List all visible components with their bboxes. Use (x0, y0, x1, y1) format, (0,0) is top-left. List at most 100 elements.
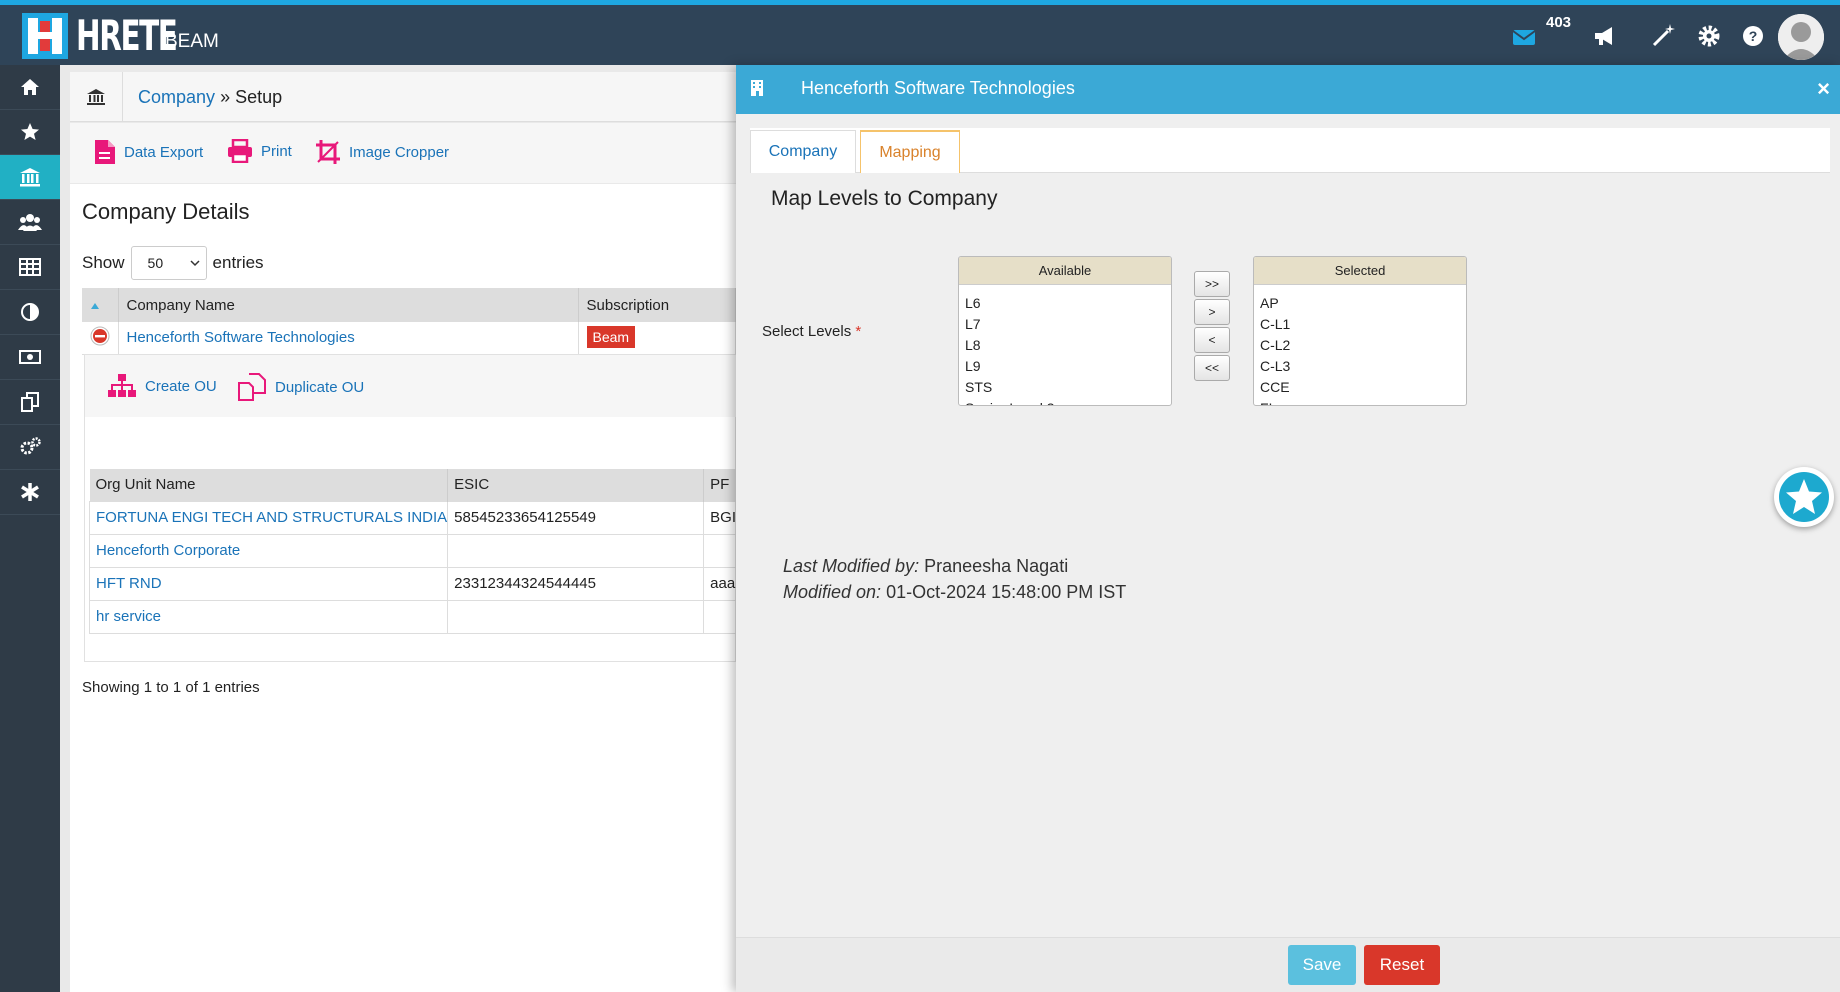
panel-header: Henceforth Software Technologies × (736, 65, 1840, 114)
org-unit-link[interactable]: FORTUNA ENGI TECH AND STRUCTURALS INDIA (88, 500, 449, 535)
org-unit-section: Create OU Duplicate OU Org Unit Name ESI… (84, 354, 737, 662)
company-name-link[interactable]: Henceforth Software Technologies (118, 322, 579, 355)
ou-toolbar: Create OU Duplicate OU (85, 355, 737, 417)
mapping-form: Map Levels to Company Select Levels * Av… (750, 173, 1830, 933)
magic-wand-icon[interactable] (1648, 21, 1678, 51)
modified-info: Last Modified by: Praneesha Nagati Modif… (783, 553, 1126, 605)
column-header-org-unit-name[interactable]: Org Unit Name (89, 469, 449, 501)
section-title: Map Levels to Company (771, 187, 998, 210)
breadcrumb: Company » Setup (70, 72, 736, 122)
tab-company[interactable]: Company (750, 130, 856, 173)
list-item[interactable]: C-L3 (1254, 356, 1466, 377)
gears-icon (20, 437, 41, 455)
move-all-left-button[interactable]: << (1194, 355, 1230, 381)
sidebar-item-company[interactable] (0, 155, 60, 200)
toolbar: Data Export Print Image Cropper (70, 123, 736, 183)
document-icon (95, 140, 115, 164)
table-row: Henceforth Corporate (88, 533, 737, 568)
breadcrumb-company-link[interactable]: Company (138, 87, 215, 107)
available-levels-list[interactable]: Available L6 L7 L8 L9 STS Senior Level 3 (958, 256, 1172, 406)
list-item[interactable]: CCE (1254, 377, 1466, 398)
chevron-down-icon (190, 260, 200, 267)
list-item[interactable]: STS (959, 377, 1171, 398)
move-right-button[interactable]: > (1194, 299, 1230, 325)
contrast-icon (21, 303, 39, 321)
modified-by-label: Last Modified by: (783, 556, 920, 576)
close-icon[interactable]: × (1817, 76, 1830, 102)
column-header-esic[interactable]: ESIC (447, 469, 705, 501)
column-header-subscription[interactable]: Subscription (578, 288, 736, 322)
selected-levels-list[interactable]: Selected AP C-L1 C-L2 C-L3 CCE FI (1253, 256, 1467, 406)
list-item[interactable]: L8 (959, 335, 1171, 356)
pf-cell: aaa (703, 566, 737, 601)
help-icon[interactable]: ? (1738, 21, 1768, 51)
sidebar-item-payroll[interactable] (0, 335, 60, 380)
create-ou-label: Create OU (145, 377, 217, 395)
sidebar-item-contrast[interactable] (0, 290, 60, 335)
table-row: FORTUNA ENGI TECH AND STRUCTURALS INDIA … (88, 500, 737, 535)
mail-icon[interactable] (1510, 21, 1540, 51)
table-info: Showing 1 to 1 of 1 entries (82, 679, 260, 696)
gear-icon[interactable] (1694, 21, 1724, 51)
sidebar-item-settings[interactable] (0, 425, 60, 470)
sidebar-item-table[interactable] (0, 245, 60, 290)
sidebar-item-documents[interactable] (0, 380, 60, 425)
pf-cell (703, 533, 737, 568)
print-button[interactable]: Print (227, 139, 292, 163)
data-export-button[interactable]: Data Export (94, 139, 203, 165)
megaphone-icon[interactable] (1590, 21, 1620, 51)
list-item[interactable]: L6 (959, 293, 1171, 314)
save-button[interactable]: Save (1288, 945, 1356, 985)
list-item[interactable]: FI (1254, 398, 1466, 405)
company-details-card: Company Details Show 50 entries Company … (70, 184, 737, 992)
favorite-button[interactable] (1774, 467, 1834, 527)
org-unit-link[interactable]: Henceforth Corporate (88, 533, 449, 568)
bank-icon[interactable] (86, 88, 106, 106)
list-item[interactable]: L9 (959, 356, 1171, 377)
app-name: BEAM (165, 31, 219, 52)
star-icon (21, 123, 39, 140)
sidebar-item-favorites[interactable] (0, 110, 60, 155)
image-cropper-button[interactable]: Image Cropper (315, 139, 449, 165)
column-header-pf[interactable]: PF (703, 469, 737, 501)
table-icon (19, 258, 41, 276)
org-unit-link[interactable]: hr service (88, 599, 449, 634)
duplicate-ou-button[interactable]: Duplicate OU (237, 373, 364, 401)
printer-icon (228, 139, 252, 163)
list-item[interactable]: L7 (959, 314, 1171, 335)
org-unit-link[interactable]: HFT RND (88, 566, 449, 601)
esic-cell: 23312344324544445 (447, 566, 705, 601)
users-icon (18, 214, 42, 231)
panel-title: Henceforth Software Technologies (801, 78, 1075, 98)
sidebar-item-home[interactable] (0, 65, 60, 110)
sidebar-item-users[interactable] (0, 200, 60, 245)
sort-column[interactable] (82, 288, 119, 322)
table-row: hr service (88, 599, 737, 634)
entries-select[interactable]: 50 (130, 246, 207, 280)
subscription-badge: Beam (586, 326, 636, 349)
remove-icon[interactable] (90, 326, 110, 346)
avatar[interactable] (1778, 14, 1824, 60)
sidebar (0, 65, 60, 992)
bank-icon (20, 168, 40, 187)
pf-cell: BGI (703, 500, 737, 535)
logo-text: HRETE (76, 11, 178, 60)
column-header-company-name[interactable]: Company Name (118, 288, 579, 322)
select-levels-label: Select Levels * (762, 323, 862, 340)
documents-icon (21, 392, 39, 412)
esic-cell (447, 599, 705, 634)
list-item[interactable]: AP (1254, 293, 1466, 314)
tab-mapping[interactable]: Mapping (860, 130, 960, 173)
required-marker: * (855, 323, 862, 340)
list-item[interactable]: C-L1 (1254, 314, 1466, 335)
move-left-button[interactable]: < (1194, 327, 1230, 353)
list-item[interactable]: C-L2 (1254, 335, 1466, 356)
sort-asc-icon (91, 302, 99, 309)
reset-button[interactable]: Reset (1364, 945, 1440, 985)
edit-panel: Henceforth Software Technologies × Compa… (736, 65, 1840, 992)
create-ou-button[interactable]: Create OU (107, 373, 217, 399)
list-item[interactable]: Senior Level 3 (959, 398, 1171, 405)
sidebar-item-misc[interactable] (0, 470, 60, 515)
selected-header: Selected (1254, 257, 1466, 285)
move-all-right-button[interactable]: >> (1194, 271, 1230, 297)
